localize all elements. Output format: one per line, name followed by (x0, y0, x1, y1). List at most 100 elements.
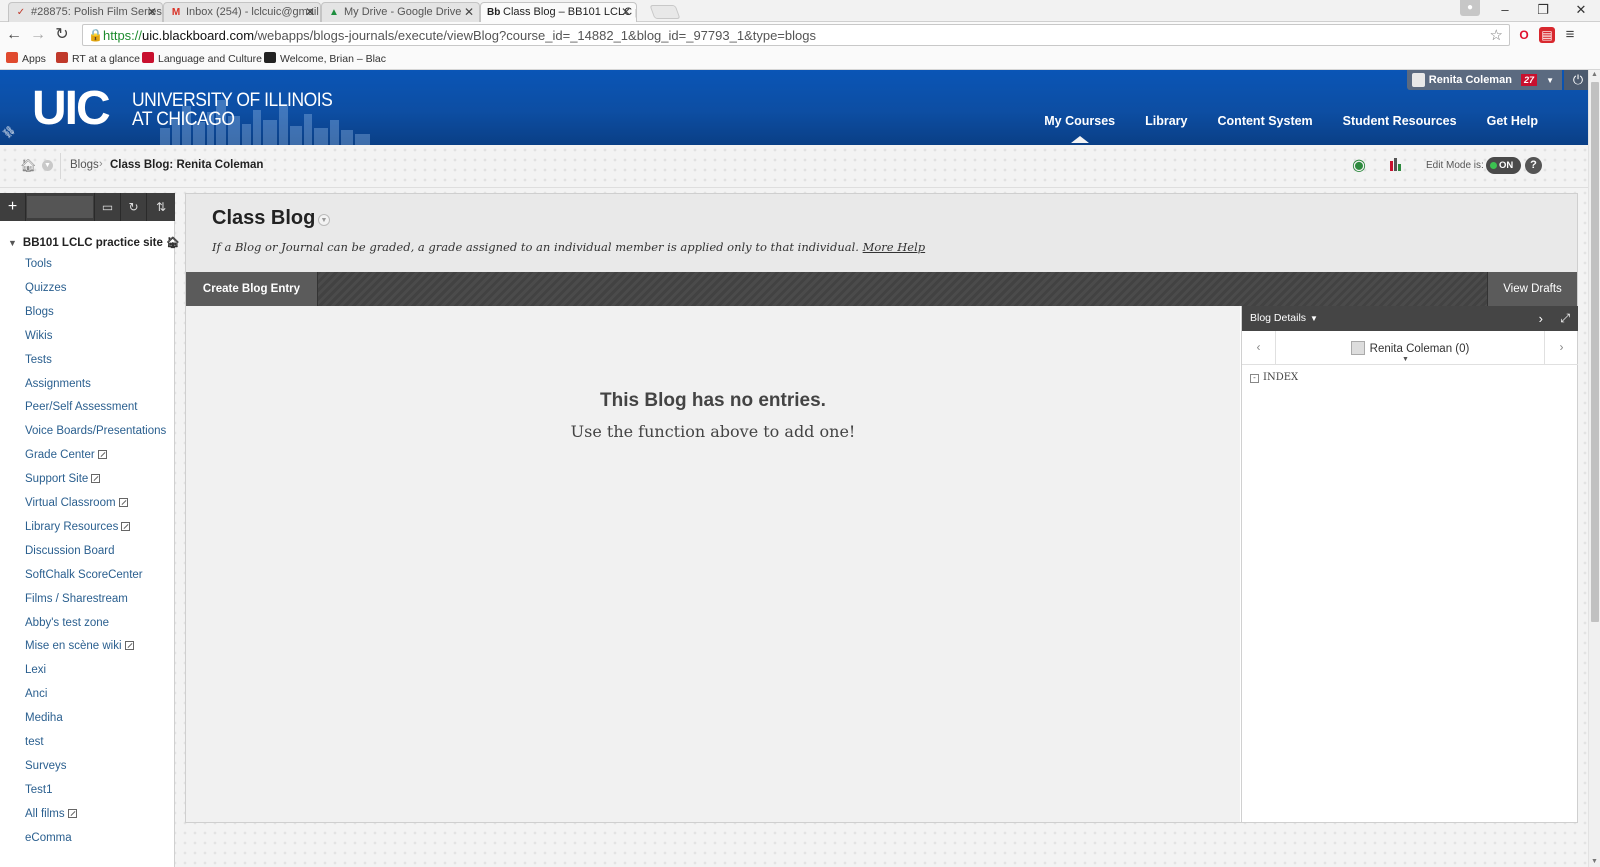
refresh-icon[interactable]: ↻ (120, 193, 146, 221)
address-bar[interactable]: 🔒 https://uic.blackboard.com/webapps/blo… (82, 24, 1510, 46)
add-menu-item-icon[interactable]: + (0, 193, 26, 221)
course-menu-item[interactable]: Surveys (25, 760, 67, 772)
course-menu-item[interactable]: Discussion Board (25, 545, 114, 557)
menu-item-label: Support Site (25, 473, 89, 486)
course-menu-item[interactable]: Tests (25, 354, 52, 366)
nav-content-system[interactable]: Content System (1218, 114, 1313, 128)
nav-get-help[interactable]: Get Help (1487, 114, 1538, 128)
menu-item-label: eComma (25, 831, 72, 844)
blog-details-panel: Blog Details ▼ › ⤢ ‹ Renita Coleman (0) ▼… (1241, 306, 1578, 822)
close-tab-icon[interactable]: ✕ (464, 3, 474, 22)
lock-icon: 🔒 (88, 28, 103, 42)
user-menu[interactable]: Renita Coleman 27 ▼ (1406, 70, 1562, 90)
menu-item-label: Tools (25, 258, 52, 270)
course-menu-item[interactable]: Blogs (25, 306, 54, 318)
index-tree[interactable]: - INDEX (1250, 372, 1298, 383)
bookmarks-bar: Apps RT at a glance Language and Culture We… (0, 48, 1600, 70)
view-drafts-button[interactable]: View Drafts (1487, 272, 1577, 306)
bookmark-item[interactable]: Apps (6, 52, 46, 65)
course-menu-item[interactable]: Quizzes (25, 282, 67, 294)
chevron-down-icon[interactable]: ▼ (42, 160, 53, 171)
breadcrumb-parent[interactable]: Blogs (70, 159, 99, 171)
course-menu-item[interactable]: Voice Boards/Presentations (25, 425, 166, 437)
course-menu-item[interactable]: Films / Sharestream (25, 593, 128, 605)
course-menu-item[interactable]: Support Site (25, 473, 101, 486)
close-tab-icon[interactable]: ✕ (147, 3, 157, 22)
course-menu-item[interactable]: test (25, 736, 44, 748)
nav-my-courses[interactable]: My Courses (1044, 114, 1115, 143)
browser-profile-icon[interactable]: ● (1460, 0, 1480, 16)
url-text[interactable]: https://uic.blackboard.com/webapps/blogs… (103, 28, 816, 43)
chrome-menu-icon[interactable]: ≡ (1562, 27, 1578, 43)
student-preview-icon[interactable]: ◉ (1352, 155, 1366, 175)
course-menu-item[interactable]: Library Resources (25, 521, 131, 533)
back-icon[interactable]: ← (4, 25, 24, 45)
browser-tab-2[interactable]: M Inbox (254) - lclcuic@gmail ✕ (163, 2, 321, 22)
chevron-down-icon[interactable]: ▼ (1402, 356, 1409, 363)
bookmark-star-icon[interactable]: ☆ (1490, 26, 1503, 44)
page-scrollbar[interactable]: ▲ ▼ (1588, 70, 1600, 867)
scroll-down-icon[interactable]: ▼ (1591, 858, 1598, 865)
browser-tab-4[interactable]: Bb Class Blog – BB101 LCLC p ✕ (480, 2, 637, 22)
course-menu-item[interactable]: Anci (25, 688, 47, 700)
close-window-icon[interactable]: ✕ (1562, 0, 1600, 22)
course-menu-item[interactable]: Test1 (25, 784, 53, 796)
blog-details-header[interactable]: Blog Details ▼ › ⤢ (1242, 306, 1578, 331)
home-icon[interactable]: 🏠︎ (20, 158, 37, 174)
course-menu-item[interactable]: Peer/Self Assessment (25, 401, 138, 413)
collapse-panel-icon[interactable]: › (1539, 306, 1543, 331)
course-title[interactable]: ▼ BB101 LCLC practice site 🏠︎ (8, 236, 180, 249)
menu-item-label: Surveys (25, 759, 67, 772)
link-icon[interactable]: ⛓ (1, 124, 18, 141)
help-icon[interactable]: ? (1525, 157, 1542, 174)
new-tab-button[interactable] (649, 5, 681, 19)
member-name[interactable]: Renita Coleman (0) (1242, 341, 1578, 355)
uic-logo[interactable]: UIC UNIVERSITY OF ILLINOIS AT CHICAGO (32, 85, 333, 133)
create-blog-entry-button[interactable]: Create Blog Entry (186, 272, 318, 306)
minimize-icon[interactable]: – (1486, 0, 1524, 22)
forward-icon[interactable]: → (28, 25, 48, 45)
menu-item-label: Voice Boards/Presentations (25, 425, 167, 438)
edit-mode-label: Edit Mode is: (1426, 160, 1484, 171)
collapse-icon[interactable]: ▼ (8, 238, 17, 248)
menu-item-label: Tests (25, 353, 52, 366)
bookmark-item[interactable]: Welcome, Brian – Blac (264, 52, 386, 65)
external-link-icon (121, 521, 131, 531)
reorder-icon[interactable]: ⇅ (146, 193, 175, 221)
reload-icon[interactable]: ↻ (52, 25, 72, 45)
performance-dashboard-icon[interactable] (1389, 157, 1403, 171)
browser-tab-3[interactable]: ▲ My Drive - Google Drive ✕ (321, 2, 480, 22)
edit-mode-toggle[interactable]: ON (1486, 157, 1521, 174)
expand-icon[interactable]: ⤢ (1560, 306, 1570, 331)
page-instructions: If a Blog or Journal can be graded, a gr… (212, 240, 926, 254)
opera-extension-icon[interactable]: O (1516, 27, 1532, 43)
course-menu-item[interactable]: Tools (25, 258, 52, 270)
extension-icon[interactable]: ▤ (1539, 27, 1555, 43)
collapse-icon[interactable]: - (1250, 374, 1259, 383)
restore-icon[interactable]: ❐ (1524, 0, 1562, 22)
course-menu-item[interactable]: All films (25, 808, 77, 820)
close-tab-icon[interactable]: ✕ (621, 3, 631, 22)
course-menu-item[interactable]: eComma (25, 832, 72, 844)
course-menu-item[interactable]: Lexi (25, 664, 46, 676)
browser-tab-1[interactable]: ✓ #28875: Polish Film Series ✕ (8, 2, 163, 22)
folder-view-icon[interactable]: ▭ (94, 193, 120, 221)
course-menu-item[interactable]: Assignments (25, 378, 91, 390)
scroll-up-icon[interactable]: ▲ (1591, 71, 1598, 78)
course-menu-item[interactable]: Mediha (25, 712, 63, 724)
course-menu-item[interactable]: Mise en scène wiki (25, 640, 134, 652)
course-menu-item[interactable]: Virtual Classroom (25, 497, 128, 509)
next-member-icon[interactable]: › (1544, 331, 1578, 365)
more-help-link[interactable]: More Help (863, 240, 926, 254)
bookmark-item[interactable]: RT at a glance (56, 52, 140, 65)
nav-student-resources[interactable]: Student Resources (1343, 114, 1457, 128)
close-tab-icon[interactable]: ✕ (305, 3, 315, 22)
bookmark-item[interactable]: Language and Culture (142, 52, 262, 65)
course-menu-item[interactable]: Wikis (25, 330, 52, 342)
course-menu-item[interactable]: Grade Center (25, 449, 107, 461)
course-menu-item[interactable]: Abby's test zone (25, 617, 109, 629)
course-menu-item[interactable]: SoftChalk ScoreCenter (25, 569, 143, 581)
nav-library[interactable]: Library (1145, 114, 1187, 128)
chevron-down-icon[interactable]: ▼ (318, 214, 330, 226)
scrollbar-thumb[interactable] (1591, 82, 1599, 622)
